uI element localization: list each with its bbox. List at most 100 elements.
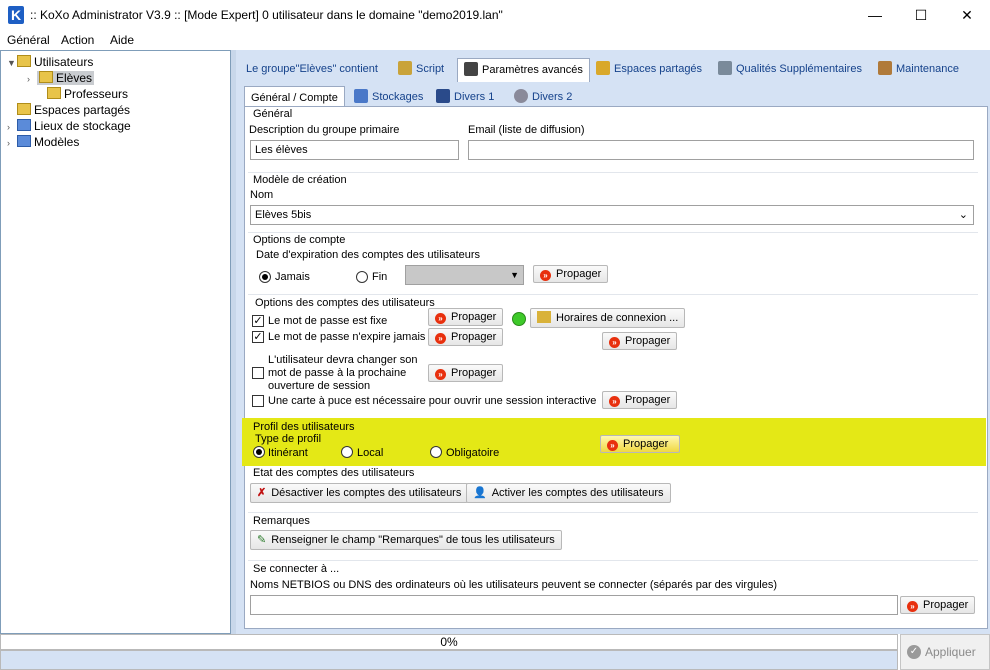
tab-divers2[interactable]: Divers 2 bbox=[508, 86, 578, 108]
radio-obligatoire[interactable] bbox=[430, 446, 442, 458]
checkbox-changer-pwd[interactable] bbox=[252, 367, 264, 379]
shared-folder-icon bbox=[596, 61, 610, 75]
apply-button[interactable]: ✓ Appliquer bbox=[900, 634, 990, 670]
changer-label-1: L'utilisateur devra changer son bbox=[268, 354, 418, 366]
group-general-title: Général bbox=[253, 108, 293, 120]
tree-node-espaces[interactable]: Espaces partagés bbox=[17, 102, 130, 118]
propager-expiration-button[interactable]: » Propager bbox=[533, 265, 609, 283]
radio-itinerant[interactable] bbox=[253, 446, 265, 458]
radio-jamais[interactable] bbox=[259, 271, 271, 283]
tab-espaces-partages[interactable]: Espaces partagés bbox=[590, 58, 708, 80]
button-label: Propager bbox=[625, 335, 671, 347]
menu-action[interactable]: Action bbox=[61, 33, 94, 47]
shared-folder-icon bbox=[17, 103, 31, 115]
user-icon: 👤 bbox=[473, 487, 487, 499]
button-label: Appliquer bbox=[925, 645, 976, 659]
activer-button[interactable]: 👤 Activer les comptes des utilisateurs bbox=[466, 483, 671, 503]
dropdown-arrow-icon: ▼ bbox=[510, 270, 519, 280]
checkbox-carte[interactable] bbox=[252, 395, 264, 407]
menu-aide[interactable]: Aide bbox=[110, 33, 134, 47]
tree-label: Utilisateurs bbox=[34, 55, 94, 69]
propagate-icon: » bbox=[607, 440, 618, 451]
modele-select[interactable]: Elèves 5bis ⌄ bbox=[250, 205, 974, 225]
group-remarques-title: Remarques bbox=[253, 515, 310, 527]
fin-label: Fin bbox=[372, 271, 388, 283]
propagate-icon: » bbox=[435, 313, 446, 324]
checkbox-pwd-expire[interactable]: ✓ bbox=[252, 331, 264, 343]
carte-label: Une carte à puce est nécessaire pour ouv… bbox=[268, 395, 597, 407]
tab-qualites[interactable]: Qualités Supplémentaires bbox=[712, 58, 868, 80]
tree-node-modeles[interactable]: › Modèles bbox=[7, 134, 79, 150]
button-label: Propager bbox=[623, 438, 669, 450]
group-profil-title: Profil des utilisateurs bbox=[253, 421, 355, 433]
storage-icon bbox=[17, 119, 31, 131]
button-label: Propager bbox=[556, 268, 602, 280]
radio-fin[interactable] bbox=[356, 271, 368, 283]
collapsed-chevron-icon[interactable]: › bbox=[7, 135, 17, 151]
propagate-icon: » bbox=[609, 396, 620, 407]
folder-icon bbox=[17, 55, 31, 67]
progress-bar: 0% bbox=[0, 634, 898, 650]
app-logo-icon: K bbox=[8, 6, 24, 24]
tab-groupe-contient[interactable]: Le groupe"Elèves" contient bbox=[240, 58, 384, 80]
propager-changer-button[interactable]: » Propager bbox=[428, 364, 504, 382]
tab-parametres-avances[interactable]: Paramètres avancés bbox=[457, 58, 590, 82]
button-label: Horaires de connexion ... bbox=[556, 312, 679, 324]
tab-label: Paramètres avancés bbox=[482, 64, 583, 76]
chevron-down-icon: ⌄ bbox=[958, 209, 968, 221]
button-label: Propager bbox=[625, 394, 671, 406]
group-options-title: Options de compte bbox=[253, 234, 346, 246]
expanded-chevron-icon[interactable]: ▼ bbox=[7, 55, 17, 71]
tree-node-professeurs[interactable]: Professeurs bbox=[47, 86, 128, 102]
connect-input[interactable] bbox=[250, 595, 898, 615]
users-icon bbox=[718, 61, 732, 75]
local-label: Local bbox=[357, 447, 384, 459]
group-connect-title: Se connecter à ... bbox=[253, 563, 340, 575]
tools-icon bbox=[878, 61, 892, 75]
collapsed-chevron-icon[interactable]: › bbox=[7, 119, 17, 135]
radio-local[interactable] bbox=[341, 446, 353, 458]
tab-maintenance[interactable]: Maintenance bbox=[872, 58, 965, 80]
menu-general[interactable]: Général bbox=[7, 33, 50, 47]
tab-label: Maintenance bbox=[896, 63, 959, 75]
minimize-button[interactable]: — bbox=[852, 0, 898, 30]
maximize-button[interactable]: ☐ bbox=[898, 0, 944, 30]
group-modele-title: Modèle de création bbox=[253, 174, 347, 186]
disable-user-icon: ✗ bbox=[257, 487, 267, 499]
propager-carte-button[interactable]: » Propager bbox=[602, 391, 678, 409]
propager-connect-button[interactable]: » Propager bbox=[900, 596, 976, 614]
tab-divers1[interactable]: Divers 1 bbox=[430, 86, 500, 108]
button-label: Renseigner le champ "Remarques" de tous … bbox=[271, 534, 555, 546]
top-tabs: Le groupe"Elèves" contient Script Paramè… bbox=[240, 58, 990, 82]
remarques-button[interactable]: ✎ Renseigner le champ "Remarques" de tous… bbox=[250, 530, 562, 550]
itinerant-label: Itinérant bbox=[268, 447, 308, 459]
window-title: :: KoXo Administrator V3.9 :: [Mode Expe… bbox=[30, 8, 503, 22]
tree-node-eleves[interactable]: › Elèves bbox=[27, 70, 95, 87]
tab-stockages[interactable]: Stockages bbox=[348, 86, 429, 108]
folder-icon bbox=[47, 87, 61, 99]
desc-input[interactable]: Les élèves bbox=[250, 140, 459, 160]
desactiver-button[interactable]: ✗ Désactiver les comptes des utilisateurs bbox=[250, 483, 469, 503]
pwd-fixe-label: Le mot de passe est fixe bbox=[268, 315, 388, 327]
propager-profil-button[interactable]: » Propager bbox=[600, 435, 680, 453]
tab-script[interactable]: Script bbox=[392, 58, 450, 80]
date-picker[interactable]: ▼ bbox=[405, 265, 524, 285]
propager-pwd-fixe-button[interactable]: » Propager bbox=[428, 308, 504, 326]
check-icon: ✓ bbox=[907, 645, 921, 659]
horaires-button[interactable]: Horaires de connexion ... bbox=[530, 308, 686, 328]
divers-icon bbox=[436, 89, 450, 103]
email-input[interactable] bbox=[468, 140, 974, 160]
checkbox-pwd-fixe[interactable]: ✓ bbox=[252, 315, 264, 327]
storage-icon bbox=[354, 89, 368, 103]
expiration-label: Date d'expiration des comptes des utilis… bbox=[256, 249, 481, 261]
tab-label: Espaces partagés bbox=[614, 63, 703, 75]
script-gear-icon bbox=[398, 61, 412, 75]
propager-horaires-button[interactable]: » Propager bbox=[602, 332, 678, 350]
close-button[interactable]: ✕ bbox=[944, 0, 990, 30]
button-label: Désactiver les comptes des utilisateurs bbox=[271, 487, 462, 499]
tree-node-utilisateurs[interactable]: ▼ Utilisateurs bbox=[7, 54, 93, 70]
collapsed-chevron-icon[interactable]: › bbox=[27, 71, 37, 87]
tab-label: Divers 2 bbox=[532, 91, 573, 103]
tree-node-lieux[interactable]: › Lieux de stockage bbox=[7, 118, 131, 134]
propager-pwd-expire-button[interactable]: » Propager bbox=[428, 328, 504, 346]
